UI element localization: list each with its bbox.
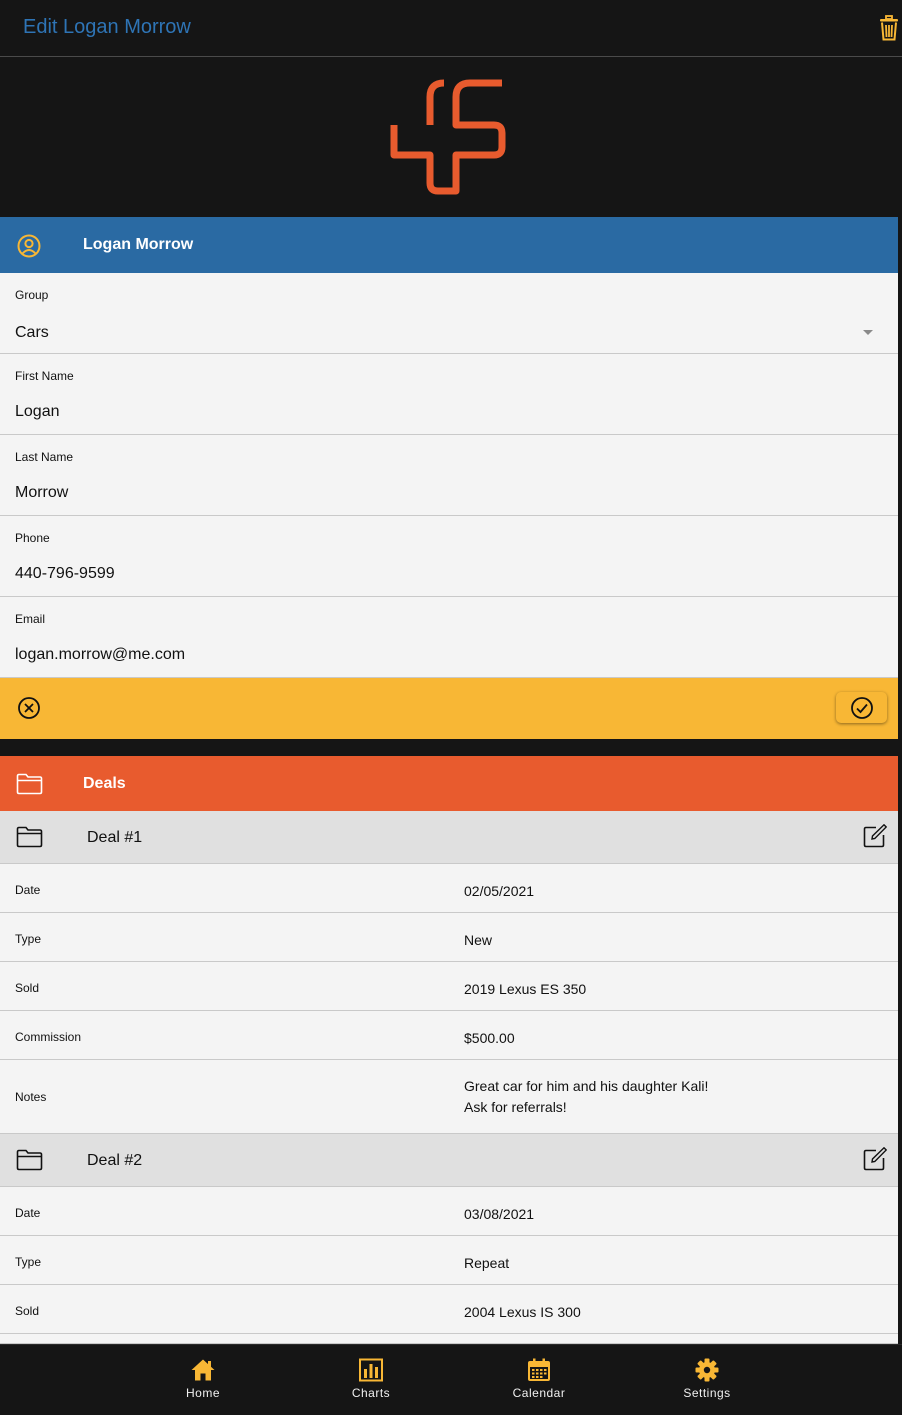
folder-icon: [16, 773, 43, 795]
top-bar: Edit Logan Morrow: [0, 0, 902, 57]
first-name-label: First Name: [15, 369, 74, 383]
deal-title: Deal #1: [87, 829, 143, 846]
bottom-navigation: Home Charts Calendar Settings: [0, 1344, 902, 1415]
group-select[interactable]: Cars: [15, 324, 49, 342]
scrollbar[interactable]: [898, 57, 902, 1344]
deal-sold-row: Sold 2019 Lexus ES 350: [0, 962, 898, 1011]
nav-item-home[interactable]: Home: [148, 1358, 258, 1400]
last-name-field[interactable]: Last Name Morrow: [0, 435, 898, 516]
deal-type-row: Type New: [0, 913, 898, 962]
contact-form: Group Cars First Name Logan Last Name Mo…: [0, 273, 898, 678]
trash-icon[interactable]: [878, 15, 900, 41]
edit-icon[interactable]: [863, 824, 887, 848]
form-action-bar: [0, 678, 898, 739]
calendar-icon: [528, 1358, 550, 1381]
phone-input[interactable]: 440-796-9599: [15, 565, 115, 583]
deal-header[interactable]: Deal #1: [0, 811, 898, 864]
deals-section-header: Deals: [0, 756, 898, 811]
date-label: Date: [15, 1206, 41, 1220]
folder-icon: [16, 826, 43, 848]
contact-section-header: Logan Morrow: [0, 217, 898, 273]
deal-notes-row: Notes Great car for him and his daughter…: [0, 1060, 898, 1134]
nav-label: Settings: [683, 1386, 731, 1400]
brand-logo: [390, 79, 506, 195]
deal-commission-row: Commission $500.00: [0, 1011, 898, 1060]
date-value: 03/08/2021: [464, 1206, 535, 1222]
date-value: 02/05/2021: [464, 883, 535, 899]
logo-area: [0, 57, 898, 217]
group-field[interactable]: Group Cars: [0, 273, 898, 354]
save-button[interactable]: [836, 692, 887, 723]
deal-title: Deal #2: [87, 1152, 143, 1169]
bar-chart-icon: [359, 1358, 383, 1382]
commission-label: Commission: [15, 1030, 82, 1044]
nav-label: Charts: [351, 1386, 391, 1400]
sold-label: Sold: [15, 1304, 40, 1318]
home-icon: [191, 1359, 215, 1381]
sold-label: Sold: [15, 981, 40, 995]
group-label: Group: [15, 288, 49, 302]
contact-name-heading: Logan Morrow: [83, 236, 194, 253]
nav-item-charts[interactable]: Charts: [316, 1358, 426, 1400]
deal-header[interactable]: Deal #2: [0, 1134, 898, 1187]
nav-item-calendar[interactable]: Calendar: [484, 1358, 594, 1400]
type-value: Repeat: [464, 1255, 510, 1271]
nav-label: Home: [185, 1386, 220, 1400]
phone-label: Phone: [15, 531, 50, 545]
nav-item-settings[interactable]: Settings: [652, 1358, 762, 1400]
email-label: Email: [15, 612, 46, 626]
deal-sold-row: Sold 2004 Lexus IS 300: [0, 1285, 898, 1334]
notes-line: Ask for referrals!: [464, 1099, 567, 1115]
user-circle-icon: [17, 234, 41, 258]
deal-date-row: Date 03/08/2021: [0, 1187, 898, 1236]
notes-line: Great car for him and his daughter Kali!: [464, 1078, 709, 1094]
notes-label: Notes: [15, 1090, 47, 1104]
email-field[interactable]: Email logan.morrow@me.com: [0, 597, 898, 678]
deal-type-row: Type Repeat: [0, 1236, 898, 1285]
chevron-down-icon[interactable]: [863, 330, 873, 335]
date-label: Date: [15, 883, 41, 897]
phone-field[interactable]: Phone 440-796-9599: [0, 516, 898, 597]
type-value: New: [464, 932, 493, 948]
sold-value: 2019 Lexus ES 350: [464, 981, 587, 997]
deal-row-partial: [0, 1334, 898, 1344]
gear-icon: [695, 1358, 719, 1382]
email-input[interactable]: logan.morrow@me.com: [15, 646, 185, 664]
notes-value: Great car for him and his daughter Kali!…: [464, 1076, 708, 1118]
check-circle-icon: [851, 697, 873, 719]
last-name-input[interactable]: Morrow: [15, 484, 68, 502]
last-name-label: Last Name: [15, 450, 74, 464]
sold-value: 2004 Lexus IS 300: [464, 1304, 581, 1320]
type-label: Type: [15, 1255, 42, 1269]
commission-value: $500.00: [464, 1030, 515, 1046]
type-label: Type: [15, 932, 42, 946]
first-name-field[interactable]: First Name Logan: [0, 354, 898, 435]
nav-label: Calendar: [512, 1386, 566, 1400]
first-name-input[interactable]: Logan: [15, 403, 60, 421]
page-title: Edit Logan Morrow: [23, 16, 191, 38]
cancel-circle-icon[interactable]: [17, 696, 41, 720]
deals-heading: Deals: [83, 775, 126, 792]
edit-icon[interactable]: [863, 1147, 887, 1171]
deal-date-row: Date 02/05/2021: [0, 864, 898, 913]
folder-icon: [16, 1149, 43, 1171]
